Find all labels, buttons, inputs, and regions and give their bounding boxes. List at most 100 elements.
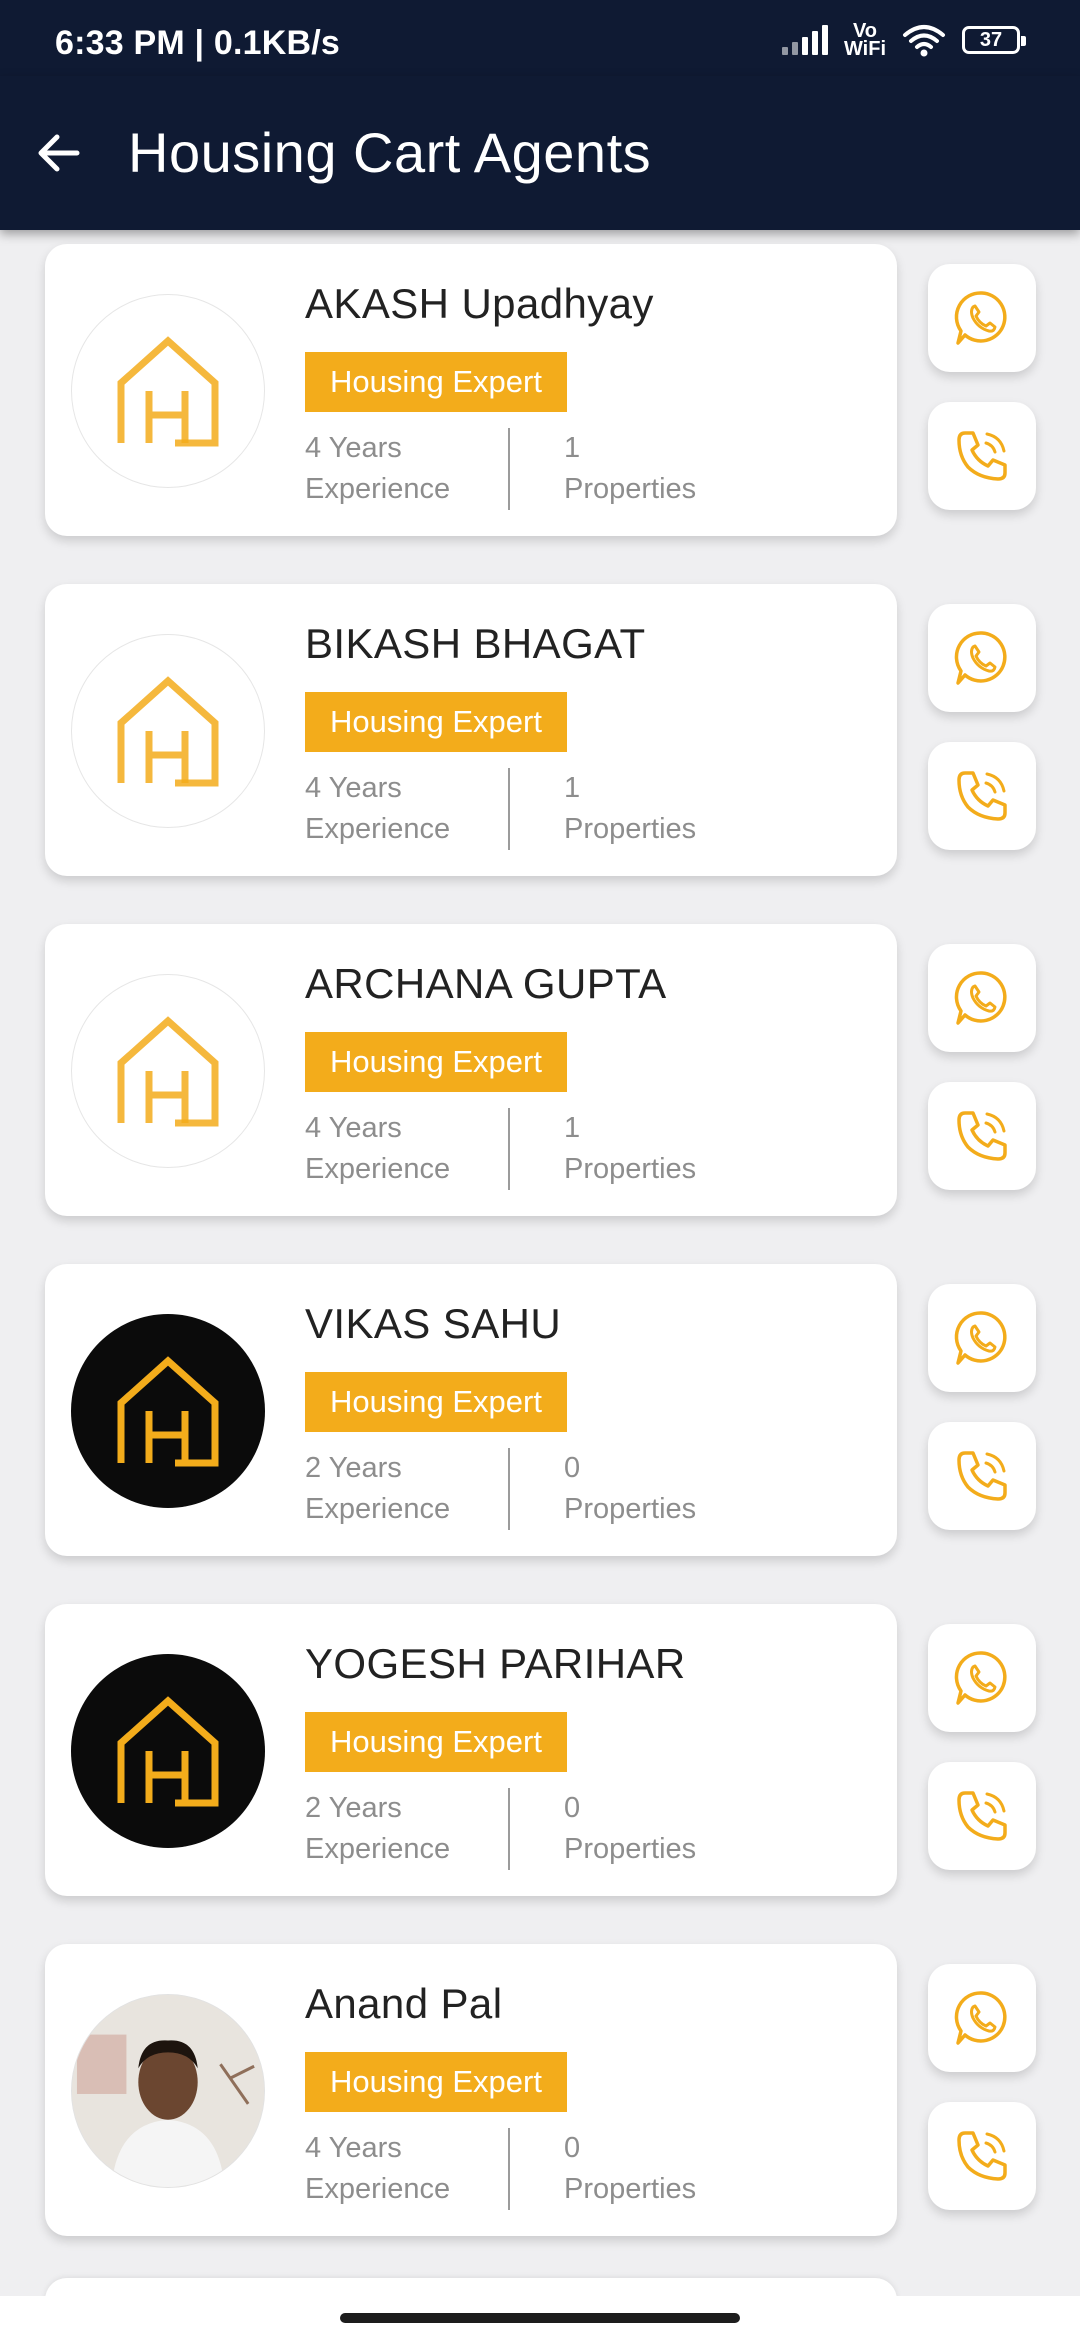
agent-card[interactable]: VIKAS SAHU Housing Expert 2 Years Experi… (45, 1264, 897, 1556)
battery-icon: 37 (962, 26, 1026, 54)
whatsapp-icon (954, 291, 1007, 345)
experience-years: 2 Years (305, 1792, 402, 1824)
call-button[interactable] (928, 402, 1036, 510)
experience-stat: 4 Years Experience (305, 1108, 450, 1190)
whatsapp-button[interactable] (928, 1284, 1036, 1392)
properties-count: 1 (564, 772, 581, 804)
agent-avatar (71, 1654, 265, 1848)
agent-card[interactable]: AKASH Upadhyay Housing Expert 4 Years Ex… (45, 244, 897, 536)
whatsapp-icon (954, 1651, 1007, 1705)
agent-name: BIKASH BHAGAT (305, 620, 646, 667)
whatsapp-button[interactable] (928, 944, 1036, 1052)
status-time: 6:33 PM | 0.1KB/s (55, 24, 341, 62)
agent-row: Anand Pal Housing Expert 4 Years Experie… (0, 1920, 1080, 2236)
stat-divider (508, 1448, 510, 1530)
properties-label: Properties (564, 1153, 697, 1185)
housing-expert-badge: Housing Expert (305, 1372, 567, 1432)
experience-label: Experience (305, 813, 451, 845)
status-icons: Vo WiFi 37 (781, 18, 1026, 62)
phone-call-icon (957, 1451, 1007, 1501)
experience-label: Experience (305, 473, 451, 505)
vowifi-bottom-label: WiFi (843, 38, 886, 60)
agent-avatar (71, 1314, 265, 1508)
house-logo-icon (117, 1356, 219, 1467)
properties-label: Properties (564, 813, 697, 845)
stat-divider (508, 1788, 510, 1870)
agent-avatar (71, 634, 265, 828)
experience-years: 4 Years (305, 2132, 402, 2164)
signal-icon (781, 25, 828, 55)
experience-years: 4 Years (305, 772, 402, 804)
agent-name: Anand Pal (305, 1980, 503, 2027)
call-button[interactable] (928, 1762, 1036, 1870)
agent-photo-icon (72, 1995, 264, 2187)
properties-label: Properties (564, 1833, 697, 1865)
house-logo-icon (117, 1016, 219, 1127)
agent-avatar (71, 1994, 265, 2188)
properties-count: 0 (564, 2132, 581, 2164)
whatsapp-icon (954, 971, 1007, 1025)
agent-name: VIKAS SAHU (305, 1300, 562, 1347)
whatsapp-icon (954, 1311, 1007, 1365)
stat-divider (508, 2128, 510, 2210)
status-bar: 6:33 PM | 0.1KB/s Vo WiFi 37 (0, 0, 1080, 76)
experience-years: 2 Years (305, 1452, 402, 1484)
properties-stat: 1 Properties (564, 768, 696, 850)
whatsapp-button[interactable] (928, 604, 1036, 712)
agent-row: YOGESH PARIHAR Housing Expert 2 Years Ex… (0, 1580, 1080, 1896)
properties-count: 1 (564, 432, 581, 464)
back-button[interactable] (26, 121, 90, 185)
agent-card[interactable]: ARCHANA GUPTA Housing Expert 4 Years Exp… (45, 924, 897, 1216)
properties-stat: 1 Properties (564, 428, 696, 510)
agent-avatar (71, 294, 265, 488)
phone-call-icon (957, 771, 1007, 821)
whatsapp-button[interactable] (928, 1624, 1036, 1732)
experience-stat: 2 Years Experience (305, 1788, 450, 1870)
call-button[interactable] (928, 1422, 1036, 1530)
properties-stat: 0 Properties (564, 2128, 696, 2210)
call-button[interactable] (928, 742, 1036, 850)
agent-row: BIKASH BHAGAT Housing Expert 4 Years Exp… (0, 560, 1080, 876)
properties-label: Properties (564, 2173, 697, 2205)
arrow-left-icon (38, 134, 80, 172)
properties-label: Properties (564, 1493, 697, 1525)
properties-stat: 1 Properties (564, 1108, 696, 1190)
page-title: Housing Cart Agents (128, 121, 652, 184)
agent-row: AKASH Upadhyay Housing Expert 4 Years Ex… (0, 220, 1080, 536)
experience-label: Experience (305, 1153, 451, 1185)
agent-avatar (71, 974, 265, 1168)
experience-years: 4 Years (305, 1112, 402, 1144)
agent-card[interactable]: Anand Pal Housing Expert 4 Years Experie… (45, 1944, 897, 2236)
house-logo-icon (117, 676, 219, 787)
stat-divider (508, 428, 510, 510)
whatsapp-icon (954, 631, 1007, 685)
experience-years: 4 Years (305, 432, 402, 464)
phone-call-icon (957, 431, 1007, 481)
agent-row: VIKAS SAHU Housing Expert 2 Years Experi… (0, 1240, 1080, 1556)
app-bar: Housing Cart Agents (0, 76, 1080, 230)
properties-count: 0 (564, 1452, 581, 1484)
whatsapp-button[interactable] (928, 264, 1036, 372)
housing-expert-badge: Housing Expert (305, 692, 567, 752)
stat-divider (508, 768, 510, 850)
experience-label: Experience (305, 1493, 451, 1525)
stat-divider (508, 1108, 510, 1190)
whatsapp-button[interactable] (928, 1964, 1036, 2072)
home-indicator[interactable] (340, 2313, 740, 2323)
agent-card[interactable]: BIKASH BHAGAT Housing Expert 4 Years Exp… (45, 584, 897, 876)
agent-card[interactable]: YOGESH PARIHAR Housing Expert 2 Years Ex… (45, 1604, 897, 1896)
agent-row: ARCHANA GUPTA Housing Expert 4 Years Exp… (0, 900, 1080, 1216)
properties-stat: 0 Properties (564, 1788, 696, 1870)
agent-name: YOGESH PARIHAR (305, 1640, 686, 1687)
experience-stat: 2 Years Experience (305, 1448, 450, 1530)
properties-label: Properties (564, 473, 697, 505)
experience-stat: 4 Years Experience (305, 2128, 450, 2210)
call-button[interactable] (928, 1082, 1036, 1190)
properties-count: 0 (564, 1792, 581, 1824)
properties-count: 1 (564, 1112, 581, 1144)
vowifi-icon: Vo WiFi (843, 21, 886, 60)
house-logo-icon (117, 336, 219, 447)
phone-call-icon (957, 2131, 1007, 2181)
call-button[interactable] (928, 2102, 1036, 2210)
properties-stat: 0 Properties (564, 1448, 696, 1530)
